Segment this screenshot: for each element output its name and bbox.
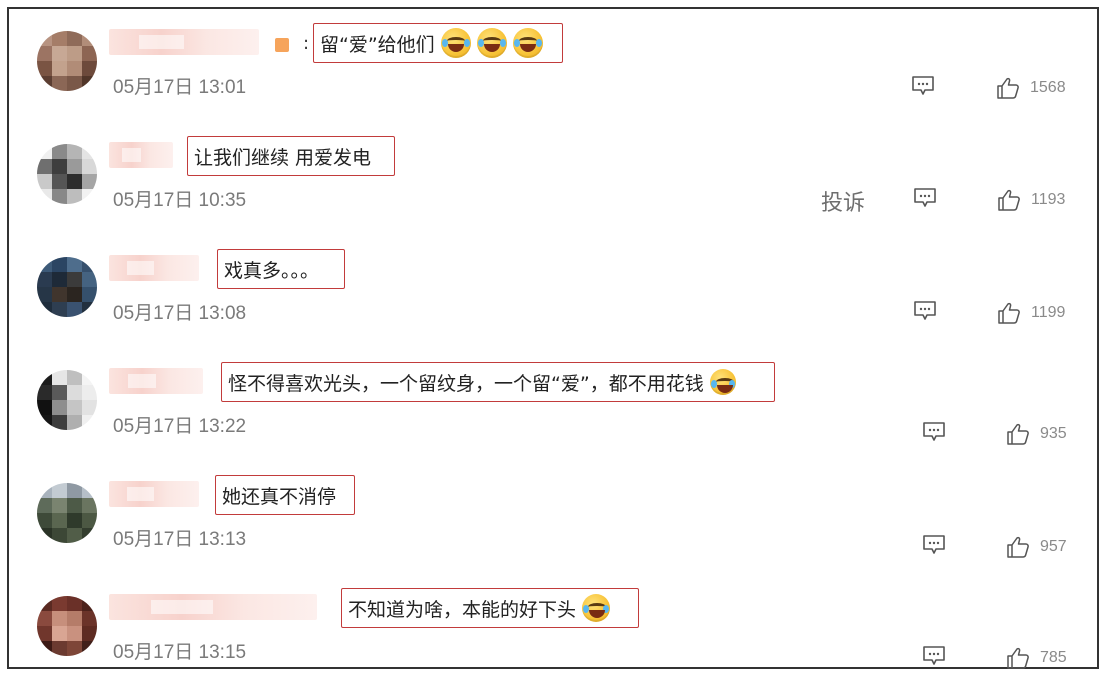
comment-bubble-icon[interactable]	[922, 534, 946, 556]
comment-timestamp: 05月17日 10:35	[113, 190, 247, 211]
avatar[interactable]	[37, 257, 97, 317]
comment-bubble-icon[interactable]	[913, 187, 937, 209]
comment-item: 让我们继续 用爱发电 05月17日 10:35 投诉 1193	[9, 122, 1097, 235]
username-redacted[interactable]	[109, 594, 317, 620]
like-count: 935	[1040, 425, 1067, 442]
comment-bubble-icon[interactable]	[911, 75, 935, 97]
laugh-cry-emoji-icon	[709, 369, 736, 395]
avatar[interactable]	[37, 483, 97, 543]
avatar[interactable]	[37, 31, 97, 91]
crying-emoji-icon	[582, 594, 611, 622]
comment-text-box: 戏真多。。。	[217, 249, 345, 289]
laugh-cry-emoji-icon	[440, 28, 471, 58]
user-badge-icon	[275, 38, 289, 52]
comment-timestamp: 05月17日 13:22	[113, 416, 247, 437]
thumbs-up-icon[interactable]	[997, 301, 1021, 325]
thumbs-up-icon[interactable]	[1006, 422, 1030, 446]
like-count: 785	[1040, 649, 1067, 666]
comment-item: 不知道为啥，本能的好下头 05月17日 13:15 785	[9, 574, 1097, 687]
laugh-cry-emoji-icon	[512, 28, 543, 58]
comment-text: 不知道为啥，本能的好下头	[348, 598, 577, 621]
like-count: 1193	[1031, 191, 1066, 208]
comment-text-box: 不知道为啥，本能的好下头	[341, 588, 639, 628]
comment-list: : 留“爱”给他们 05月17日 13:01 1568 让我们继续 用爱发电 0…	[7, 7, 1099, 669]
name-separator: :	[303, 33, 310, 54]
comment-item: : 留“爱”给他们 05月17日 13:01 1568	[9, 9, 1097, 122]
username-redacted[interactable]	[109, 368, 203, 394]
comment-item: 戏真多。。。 05月17日 13:08 1199	[9, 235, 1097, 348]
like-count: 1568	[1030, 79, 1066, 96]
username-redacted[interactable]	[109, 481, 199, 507]
thumbs-up-icon[interactable]	[996, 76, 1020, 100]
comment-item: 怪不得喜欢光头，一个留纹身，一个留“爱”，都不用花钱 05月17日 13:22 …	[9, 348, 1097, 461]
comment-text: 让我们继续 用爱发电	[194, 146, 372, 169]
comment-text: 戏真多。。。	[224, 259, 320, 282]
comment-text-box: 让我们继续 用爱发电	[187, 136, 395, 176]
report-button[interactable]: 投诉	[821, 185, 865, 217]
avatar[interactable]	[37, 144, 97, 204]
like-count: 957	[1040, 538, 1067, 555]
username-redacted[interactable]	[109, 142, 173, 168]
comment-timestamp: 05月17日 13:01	[113, 77, 247, 98]
username-redacted[interactable]	[109, 255, 199, 281]
avatar[interactable]	[37, 370, 97, 430]
username-redacted[interactable]	[109, 29, 259, 55]
comment-text-box: 留“爱”给他们	[313, 23, 563, 63]
comment-text: 她还真不消停	[222, 485, 337, 508]
comment-timestamp: 05月17日 13:13	[113, 529, 247, 550]
thumbs-up-icon[interactable]	[1006, 646, 1030, 670]
laugh-cry-emoji-icon	[476, 28, 507, 58]
comment-timestamp: 05月17日 13:08	[113, 303, 247, 324]
comment-text: 留“爱”给他们	[320, 33, 435, 56]
comment-bubble-icon[interactable]	[922, 421, 946, 443]
thumbs-up-icon[interactable]	[1006, 535, 1030, 559]
comment-text-box: 怪不得喜欢光头，一个留纹身，一个留“爱”，都不用花钱	[221, 362, 775, 402]
comment-text-box: 她还真不消停	[215, 475, 355, 515]
comment-text: 怪不得喜欢光头，一个留纹身，一个留“爱”，都不用花钱	[228, 372, 704, 395]
comment-bubble-icon[interactable]	[913, 300, 937, 322]
comment-timestamp: 05月17日 13:15	[113, 642, 247, 663]
like-count: 1199	[1031, 304, 1066, 321]
comment-item: 她还真不消停 05月17日 13:13 957	[9, 461, 1097, 574]
comment-bubble-icon[interactable]	[922, 645, 946, 667]
thumbs-up-icon[interactable]	[997, 188, 1021, 212]
avatar[interactable]	[37, 596, 97, 656]
